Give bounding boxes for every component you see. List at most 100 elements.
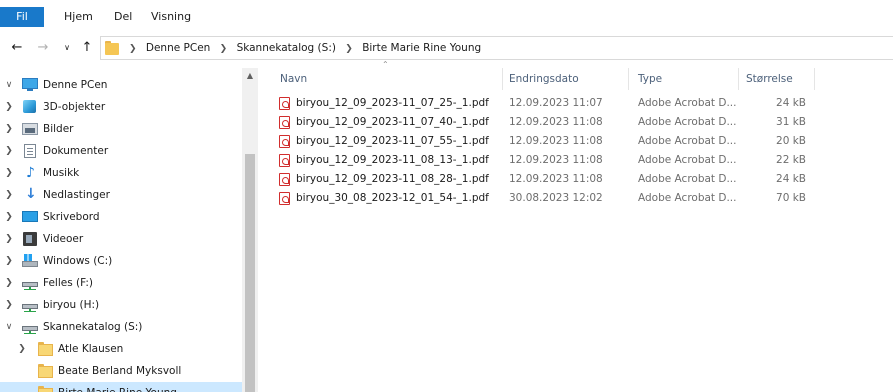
column-divider[interactable]: [738, 68, 739, 90]
pdf-file-icon: [279, 154, 290, 167]
breadcrumb-item-current-folder[interactable]: Birte Marie Rine Young: [362, 37, 481, 59]
file-size: 20 kB: [776, 135, 806, 147]
column-divider[interactable]: [628, 68, 629, 90]
navigation-pane-scrollbar[interactable]: ▲: [242, 68, 258, 392]
file-size: 24 kB: [776, 173, 806, 185]
folder-icon: [38, 364, 54, 378]
nav-item-downloads[interactable]: ❯ ↓ Nedlastinger: [0, 184, 242, 206]
breadcrumb-item-scan-drive[interactable]: Skannekatalog (S:): [237, 37, 336, 59]
file-type: Adobe Acrobat D...: [638, 192, 737, 204]
nav-item-label: 3D-objekter: [43, 101, 106, 113]
nav-item-home-drive[interactable]: ❯ biryou (H:): [0, 294, 242, 316]
nav-item-label: Skrivebord: [43, 211, 100, 223]
chevron-right-icon[interactable]: ❯: [4, 184, 14, 206]
tab-file[interactable]: Fil: [0, 7, 44, 27]
nav-item-3d-objects[interactable]: ❯ 3D-objekter: [0, 96, 242, 118]
file-row[interactable]: biryou_12_09_2023-11_07_25-_1.pdf 12.09.…: [270, 94, 893, 113]
file-type: Adobe Acrobat D...: [638, 97, 737, 109]
folder-icon: [38, 342, 54, 356]
file-list: ⌃ Navn Endringsdato Type Størrelse biryo…: [270, 60, 893, 392]
nav-item-folder-atle-klausen[interactable]: ❯ Atle Klausen: [0, 338, 242, 360]
column-header-type[interactable]: Type: [638, 68, 662, 90]
ribbon: Fil Hjem Del Visning: [0, 0, 893, 28]
chevron-right-icon[interactable]: ❯: [4, 118, 14, 140]
nav-item-this-pc[interactable]: ∨ Denne PCen: [0, 74, 242, 96]
chevron-right-icon[interactable]: ❯: [4, 206, 14, 228]
nav-item-music[interactable]: ❯ ♪ Musikk: [0, 162, 242, 184]
nav-item-label: Windows (C:): [43, 255, 113, 267]
tab-share[interactable]: Del: [114, 8, 132, 26]
forward-arrow-icon[interactable]: →: [34, 38, 52, 58]
chevron-down-icon[interactable]: ∨: [4, 74, 14, 96]
file-row[interactable]: biryou_12_09_2023-11_07_40-_1.pdf 12.09.…: [270, 113, 893, 132]
up-arrow-icon[interactable]: ↑: [78, 38, 96, 58]
column-divider[interactable]: [502, 68, 503, 90]
nav-item-label: Atle Klausen: [58, 343, 124, 355]
nav-item-label: biryou (H:): [43, 299, 100, 311]
file-row[interactable]: biryou_12_09_2023-11_07_55-_1.pdf 12.09.…: [270, 132, 893, 151]
nav-item-videos[interactable]: ❯ Videoer: [0, 228, 242, 250]
nav-item-desktop[interactable]: ❯ Skrivebord: [0, 206, 242, 228]
file-date: 12.09.2023 11:08: [509, 116, 603, 128]
address-bar[interactable]: ❯ Denne PCen ❯ Skannekatalog (S:) ❯ Birt…: [100, 36, 893, 60]
nav-item-label: Dokumenter: [43, 145, 109, 157]
nav-item-documents[interactable]: ❯ Dokumenter: [0, 140, 242, 162]
nav-item-label: Musikk: [43, 167, 80, 179]
chevron-right-icon[interactable]: ❯: [4, 272, 14, 294]
folder-icon: [105, 41, 119, 55]
chevron-right-icon[interactable]: ❯: [4, 162, 14, 184]
nav-item-pictures[interactable]: ❯ Bilder: [0, 118, 242, 140]
pdf-file-icon: [279, 116, 290, 129]
nav-item-label: Nedlastinger: [43, 189, 110, 201]
videos-icon: [22, 232, 38, 246]
file-type: Adobe Acrobat D...: [638, 173, 737, 185]
desktop-icon: [22, 210, 38, 224]
column-divider[interactable]: [814, 68, 815, 90]
nav-item-folder-beate-berland-myksvoll[interactable]: Beate Berland Myksvoll: [0, 360, 242, 382]
file-date: 12.09.2023 11:08: [509, 135, 603, 147]
file-date: 12.09.2023 11:07: [509, 97, 603, 109]
column-header-date[interactable]: Endringsdato: [509, 68, 579, 90]
breadcrumb-separator-icon[interactable]: ❯: [220, 38, 228, 60]
nav-item-label: Skannekatalog (S:): [43, 321, 143, 333]
file-size: 22 kB: [776, 154, 806, 166]
tab-home[interactable]: Hjem: [64, 8, 93, 26]
breadcrumb: ❯ Denne PCen ❯ Skannekatalog (S:) ❯ Birt…: [123, 37, 481, 59]
breadcrumb-separator-icon[interactable]: ❯: [345, 38, 353, 60]
file-name: biryou_12_09_2023-11_08_28-_1.pdf: [296, 173, 489, 185]
file-name: biryou_12_09_2023-11_07_25-_1.pdf: [296, 97, 489, 109]
chevron-right-icon[interactable]: ❯: [17, 338, 27, 360]
cube-icon: [22, 100, 38, 114]
chevron-right-icon[interactable]: ❯: [4, 228, 14, 250]
column-header-size[interactable]: Størrelse: [746, 68, 793, 90]
tab-view[interactable]: Visning: [151, 8, 191, 26]
back-arrow-icon[interactable]: ←: [8, 38, 26, 58]
scroll-up-arrow-icon[interactable]: ▲: [242, 68, 258, 84]
nav-item-shared-drive[interactable]: ❯ Felles (F:): [0, 272, 242, 294]
chevron-right-icon[interactable]: ❯: [4, 96, 14, 118]
nav-item-scan-drive[interactable]: ∨ Skannekatalog (S:): [0, 316, 242, 338]
chevron-right-icon[interactable]: ❯: [4, 250, 14, 272]
nav-item-label: Denne PCen: [43, 79, 108, 91]
nav-item-folder-birte-marie-rine-young[interactable]: Birte Marie Rine Young: [0, 382, 242, 392]
column-header-name[interactable]: Navn: [280, 68, 307, 90]
scroll-thumb[interactable]: [245, 154, 255, 392]
chevron-right-icon[interactable]: ❯: [4, 294, 14, 316]
network-drive-icon: [22, 276, 38, 290]
file-name: biryou_12_09_2023-11_07_40-_1.pdf: [296, 116, 489, 128]
file-row[interactable]: biryou_12_09_2023-11_08_28-_1.pdf 12.09.…: [270, 170, 893, 189]
pdf-file-icon: [279, 192, 290, 205]
folder-icon: [38, 386, 54, 392]
pdf-file-icon: [279, 173, 290, 186]
file-row[interactable]: biryou_30_08_2023-12_01_54-_1.pdf 30.08.…: [270, 189, 893, 208]
breadcrumb-item-this-pc[interactable]: Denne PCen: [146, 37, 210, 59]
recent-locations-chevron-icon[interactable]: ∨: [58, 38, 76, 58]
nav-item-windows-drive[interactable]: ❯ Windows (C:): [0, 250, 242, 272]
chevron-down-icon[interactable]: ∨: [4, 316, 14, 338]
file-name: biryou_12_09_2023-11_07_55-_1.pdf: [296, 135, 489, 147]
windows-drive-icon: [22, 254, 38, 268]
file-date: 12.09.2023 11:08: [509, 154, 603, 166]
file-row[interactable]: biryou_12_09_2023-11_08_13-_1.pdf 12.09.…: [270, 151, 893, 170]
chevron-right-icon[interactable]: ❯: [4, 140, 14, 162]
network-drive-icon: [22, 320, 38, 334]
